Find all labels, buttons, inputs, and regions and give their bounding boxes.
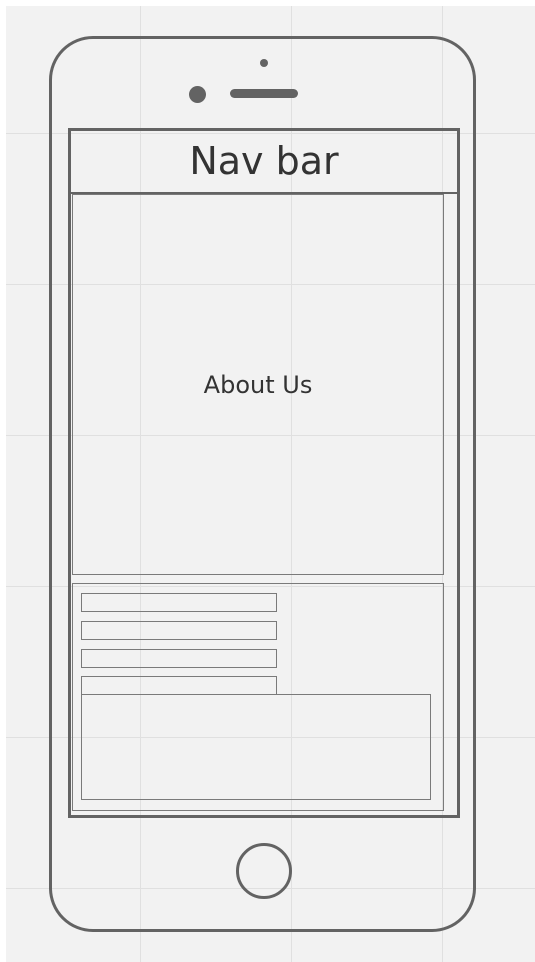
nav-bar-label: Nav bar [189, 139, 339, 183]
home-button-icon[interactable] [236, 843, 292, 899]
speaker-icon [230, 89, 298, 98]
form-field-4[interactable] [81, 676, 277, 695]
sensor-icon [260, 59, 268, 67]
camera-icon [189, 86, 206, 103]
form-field-2[interactable] [81, 621, 277, 640]
form-field-3[interactable] [81, 649, 277, 668]
message-textarea[interactable] [81, 694, 431, 800]
about-label: About Us [203, 370, 313, 399]
about-section: About Us [72, 194, 444, 575]
nav-bar[interactable]: Nav bar [68, 128, 460, 194]
form-field-1[interactable] [81, 593, 277, 612]
